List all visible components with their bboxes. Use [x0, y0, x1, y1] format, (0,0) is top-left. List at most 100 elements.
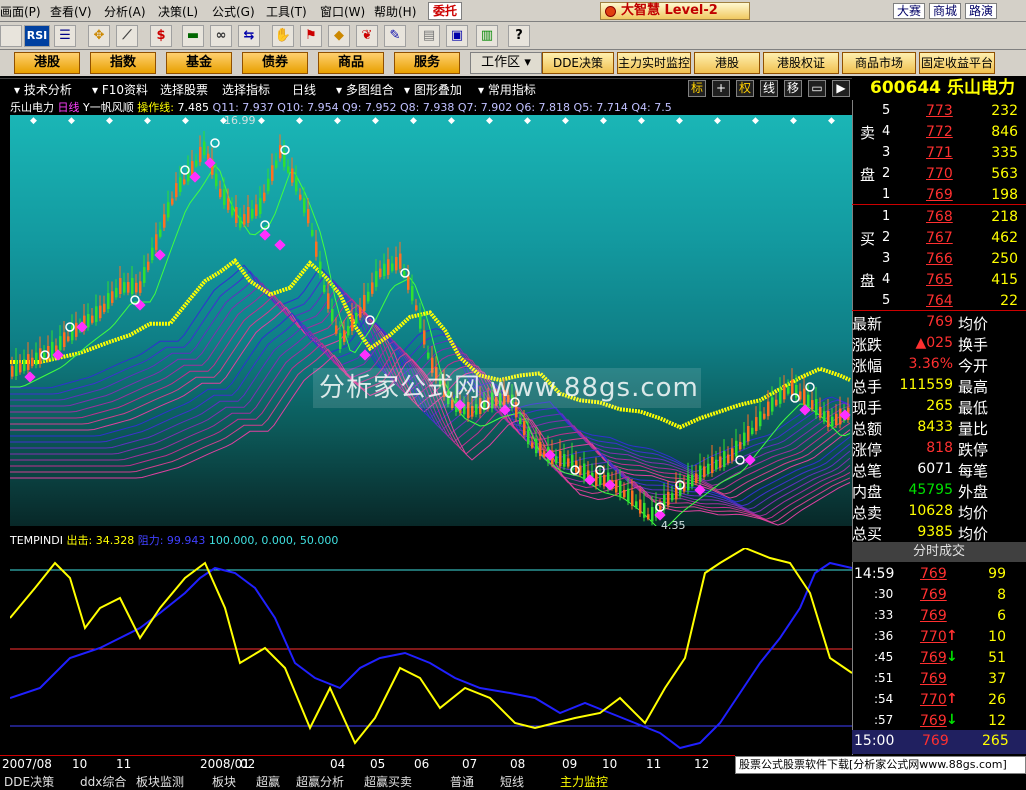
- next-icon[interactable]: ▶: [832, 80, 850, 97]
- menu-formula[interactable]: 公式(G): [212, 3, 255, 20]
- nav-fund[interactable]: 基金: [166, 52, 232, 74]
- folder-icon[interactable]: ▤: [418, 25, 440, 47]
- contest-button[interactable]: 大赛: [893, 3, 926, 19]
- menu-analysis[interactable]: 分析(A): [104, 3, 146, 20]
- candle-body: [151, 247, 154, 261]
- flag-icon[interactable]: ▬: [182, 25, 204, 47]
- crosshair-icon[interactable]: +: [712, 80, 730, 97]
- tick-price: 770: [920, 692, 947, 708]
- nav-hk[interactable]: 港股: [694, 52, 760, 74]
- tab-overlay[interactable]: ▾ 图形叠加: [404, 81, 462, 98]
- menu-decision[interactable]: 决策(L): [158, 3, 198, 20]
- grid-icon[interactable]: [0, 25, 22, 47]
- candle-body: [139, 281, 142, 293]
- main-kline-chart[interactable]: ◆ ◆ ◆ ◆ ◆ ◆ ◆ ◆ ◆ ◆ ◆ ◆ ◆ ◆ ◆ ◆ ◆ ◆ ◆ ◆ ◆ ◆ 16.99 4.35: [10, 114, 852, 532]
- bottom-tab[interactable]: 超赢分析: [296, 773, 344, 790]
- line-button[interactable]: 线: [760, 80, 778, 97]
- bars-icon[interactable]: ▥: [476, 25, 498, 47]
- candle-body: [423, 330, 426, 345]
- brand-logo: 大智慧 Level-2: [600, 2, 750, 20]
- nav-main-monitor[interactable]: 主力实时监控: [617, 52, 691, 74]
- candle-body: [687, 474, 690, 491]
- candle-body: [223, 189, 226, 205]
- bottom-tab[interactable]: 主力监控: [560, 773, 608, 790]
- tab-tech-analysis[interactable]: ▾ 技术分析: [14, 81, 72, 98]
- pin-icon[interactable]: ⚑: [300, 25, 322, 47]
- list-icon[interactable]: ☰: [54, 25, 76, 47]
- bottom-tab[interactable]: 短线: [500, 773, 524, 790]
- nav-index[interactable]: 指数: [90, 52, 156, 74]
- roadshow-button[interactable]: 路演: [965, 3, 998, 19]
- order-row: 3 771 335: [852, 143, 1026, 164]
- tab-select-indicator[interactable]: 选择指标: [222, 81, 270, 98]
- footer-banner[interactable]: 股票公式股票软件下载[分析家公式网www.88gs.com]: [735, 756, 1026, 774]
- order-volume: 232: [991, 103, 1018, 119]
- candle-body: [731, 448, 734, 461]
- tab-select-stock[interactable]: 选择股票: [160, 81, 208, 98]
- nav-hk-warrant[interactable]: 港股权证: [763, 52, 839, 74]
- move-icon[interactable]: ✥: [88, 25, 110, 47]
- rsi-button[interactable]: RSI: [24, 25, 50, 47]
- menu-tools[interactable]: 工具(T): [266, 3, 307, 20]
- bottom-tab[interactable]: DDE决策: [4, 773, 54, 790]
- mark-button[interactable]: 标: [688, 80, 706, 97]
- candle-body: [295, 176, 298, 192]
- window-icon[interactable]: ▣: [446, 25, 468, 47]
- dollar-icon[interactable]: $: [150, 25, 172, 47]
- tab-multi-chart[interactable]: ▾ 多图组合: [336, 81, 394, 98]
- nav-commodity[interactable]: 商品: [318, 52, 384, 74]
- help-cursor-icon[interactable]: ?: [508, 25, 530, 47]
- nav-service[interactable]: 服务: [394, 52, 460, 74]
- tab-daily[interactable]: 日线: [292, 81, 316, 98]
- candle-body: [811, 400, 814, 410]
- workarea-label: 工作区: [481, 55, 521, 70]
- mall-button[interactable]: 商城: [929, 3, 962, 19]
- menu-window[interactable]: 窗口(W): [320, 3, 365, 20]
- menu-screen[interactable]: 画面(P): [0, 3, 41, 20]
- candle-body: [671, 493, 674, 501]
- compare-icon[interactable]: ⇆: [238, 25, 260, 47]
- stat-right-label: 最高: [958, 378, 989, 396]
- indicator-chart[interactable]: [9, 546, 853, 755]
- ticks-header[interactable]: 分时成交: [852, 542, 1026, 562]
- window-toggle-icon[interactable]: ▭: [808, 80, 826, 97]
- bottom-tab[interactable]: ddx综合: [80, 773, 126, 790]
- candle-body: [23, 359, 26, 371]
- leaf-icon[interactable]: ❦: [356, 25, 378, 47]
- candle-body: [195, 160, 198, 167]
- hand-icon[interactable]: ✋: [272, 25, 294, 47]
- candle-body: [791, 379, 794, 396]
- tab-common-indicators[interactable]: ▾ 常用指标: [478, 81, 536, 98]
- bottom-tab[interactable]: 超赢: [256, 773, 280, 790]
- tab-f10[interactable]: ▾ F10资料: [92, 81, 148, 98]
- nav-bond[interactable]: 债券: [242, 52, 308, 74]
- indicator-res-value: 99.943: [166, 534, 206, 547]
- weituo-button[interactable]: 委托: [428, 2, 463, 20]
- menu-view[interactable]: 查看(V): [50, 3, 92, 20]
- candle-body: [779, 388, 782, 404]
- nav-hk-stocks[interactable]: 港股: [14, 52, 80, 74]
- signal-circle: [210, 138, 220, 148]
- time-label: 07: [462, 757, 478, 771]
- binoculars-icon[interactable]: ∞: [210, 25, 232, 47]
- workarea-button[interactable]: 工作区 ▾: [470, 52, 542, 74]
- candle-body: [255, 204, 258, 216]
- bottom-tab[interactable]: 普通: [450, 773, 474, 790]
- move-button[interactable]: 移: [784, 80, 802, 97]
- menu-help[interactable]: 帮助(H): [374, 3, 416, 20]
- bottom-tab[interactable]: 板块: [212, 773, 236, 790]
- bottom-tab[interactable]: 板块监测: [136, 773, 184, 790]
- candle-body: [299, 194, 302, 200]
- nav-commodity-market[interactable]: 商品市场: [842, 52, 916, 74]
- order-level: 2: [882, 230, 891, 245]
- tick-volume: 99: [988, 566, 1006, 582]
- tick-row: :30 769 8: [852, 585, 1026, 606]
- feather-icon[interactable]: ✎: [384, 25, 406, 47]
- bottom-tab[interactable]: 超赢买卖: [364, 773, 412, 790]
- nav-fixed-income[interactable]: 固定收益平台: [919, 52, 995, 74]
- diamond-icon[interactable]: ◆: [328, 25, 350, 47]
- rights-button[interactable]: 权: [736, 80, 754, 97]
- arrow-down-icon: ↓: [946, 649, 958, 665]
- nav-dde[interactable]: DDE决策: [542, 52, 614, 74]
- ruler-icon[interactable]: ⟋: [116, 25, 138, 47]
